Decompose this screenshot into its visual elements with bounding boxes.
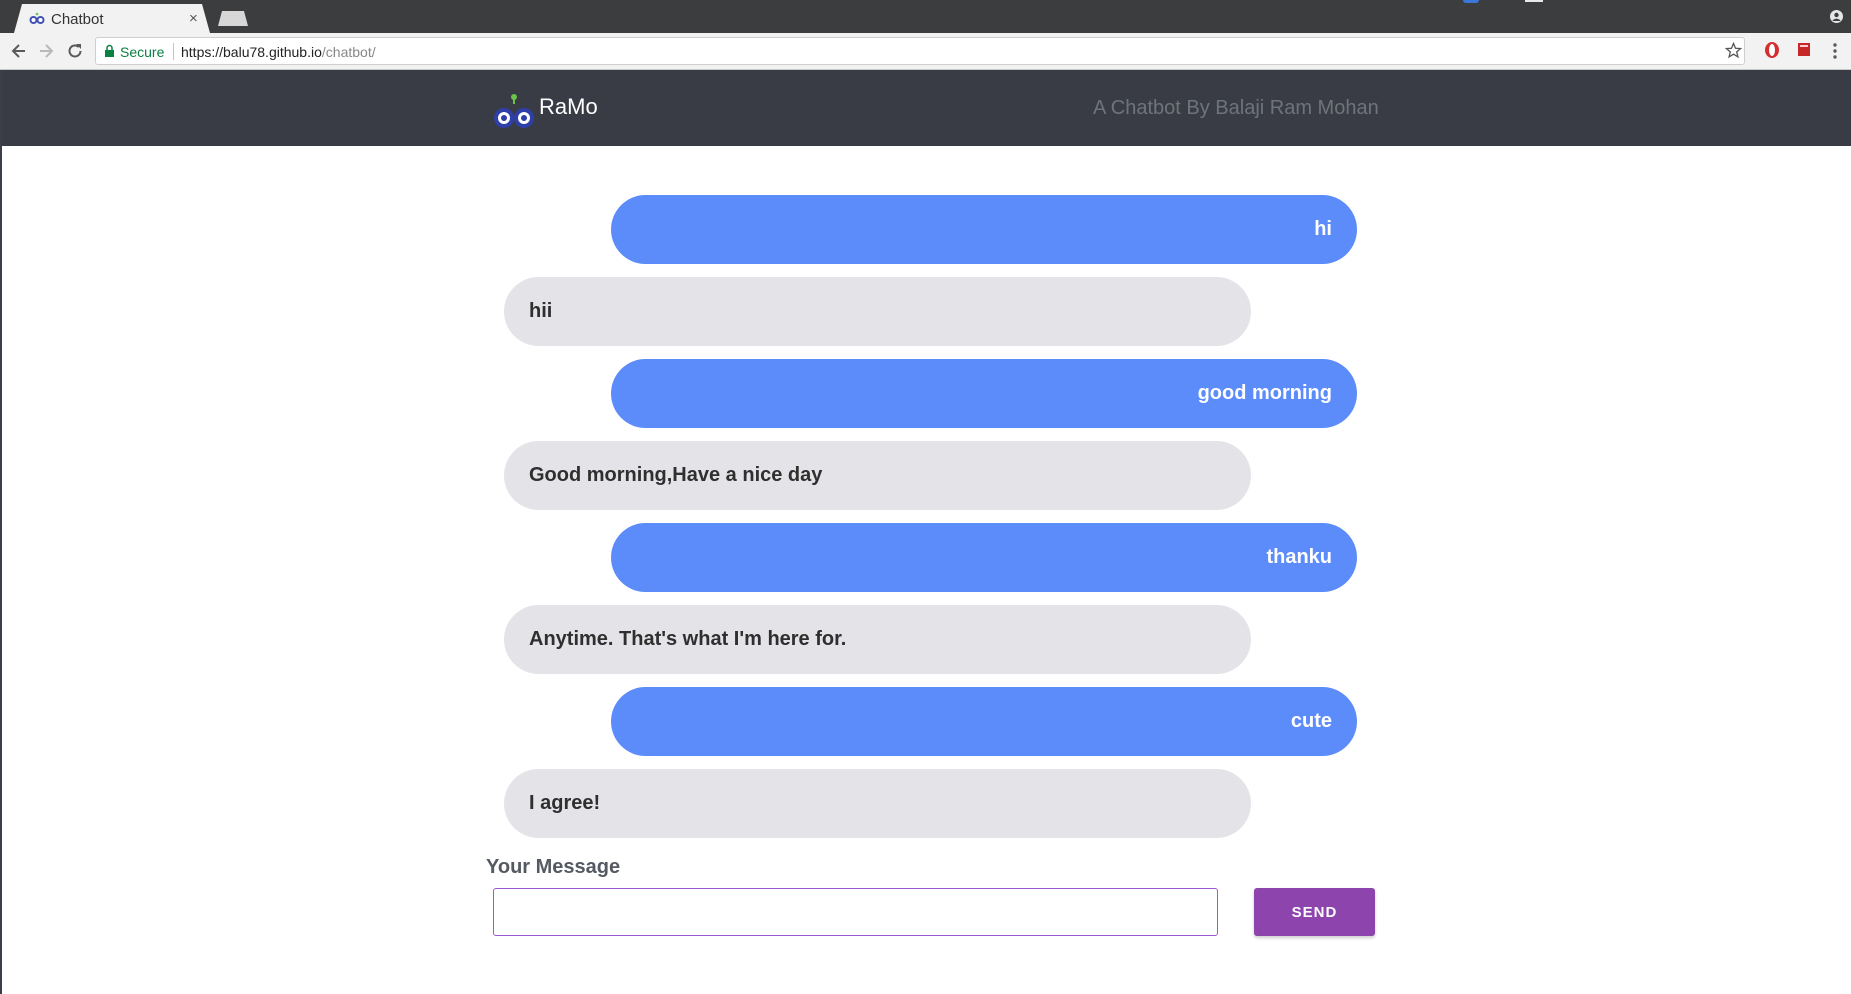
profile-icon[interactable] — [1830, 10, 1843, 23]
tab-title: Chatbot — [51, 11, 104, 28]
kebab-menu-icon[interactable] — [1832, 42, 1838, 60]
opera-extension-icon[interactable] — [1764, 41, 1780, 59]
browser-tab-chatbot[interactable]: Chatbot × — [14, 4, 210, 33]
bot-message-bubble: Anytime. That's what I'm here for. — [504, 605, 1251, 674]
user-message-bubble: thanku — [611, 523, 1357, 592]
message-text: hi — [1314, 218, 1332, 240]
message-text: Good morning,Have a nice day — [529, 464, 823, 486]
url-host: https://balu78.github.io — [181, 44, 322, 60]
message-text: I agree! — [529, 792, 601, 814]
user-message-bubble: good morning — [611, 359, 1357, 428]
arrow-right-icon[interactable] — [36, 41, 56, 61]
owl-logo-icon — [494, 94, 534, 128]
bot-message-bubble: Good morning,Have a nice day — [504, 441, 1251, 510]
bot-message-bubble: I agree! — [504, 769, 1251, 838]
message-text: thanku — [1266, 546, 1332, 568]
user-message-bubble: cute — [611, 687, 1357, 756]
user-message-bubble: hi — [611, 195, 1357, 264]
send-button[interactable]: SEND — [1254, 888, 1375, 936]
url-path: /chatbot/ — [321, 44, 376, 60]
url-text[interactable]: https://balu78.github.io/chatbot/ — [181, 44, 376, 60]
bot-message-bubble: hii — [504, 277, 1251, 346]
arrow-left-icon[interactable] — [9, 41, 29, 61]
tab-close-icon[interactable]: × — [189, 10, 198, 27]
browser-toolbar: Secure https://balu78.github.io/chatbot/ — [0, 33, 1851, 70]
address-bar[interactable]: Secure https://balu78.github.io/chatbot/ — [95, 37, 1745, 65]
url-divider — [173, 43, 174, 60]
browser-tabstrip: Chatbot × — [0, 0, 1851, 33]
page-viewport: RaMo A Chatbot By Balaji Ram Mohan hi hi… — [0, 70, 1851, 994]
message-input[interactable] — [493, 888, 1218, 936]
new-tab-button[interactable] — [218, 11, 248, 26]
message-text: hii — [529, 300, 553, 322]
star-icon[interactable] — [1725, 42, 1742, 59]
message-text: cute — [1290, 710, 1332, 732]
offscreen-tab-hint — [1463, 0, 1479, 3]
brand-name: RaMo — [539, 94, 598, 119]
secure-label: Secure — [120, 44, 165, 60]
message-text: good morning — [1197, 382, 1332, 404]
message-text: Anytime. That's what I'm here for. — [529, 628, 847, 650]
message-input-label: Your Message — [486, 856, 621, 878]
reload-icon[interactable] — [65, 41, 85, 61]
offscreen-tab-hint — [1525, 0, 1543, 2]
owl-favicon-icon — [29, 12, 45, 24]
lock-icon — [105, 44, 114, 57]
app-header: RaMo A Chatbot By Balaji Ram Mohan — [2, 70, 1851, 146]
book-extension-icon[interactable] — [1797, 42, 1811, 57]
header-tagline: A Chatbot By Balaji Ram Mohan — [1093, 97, 1379, 119]
